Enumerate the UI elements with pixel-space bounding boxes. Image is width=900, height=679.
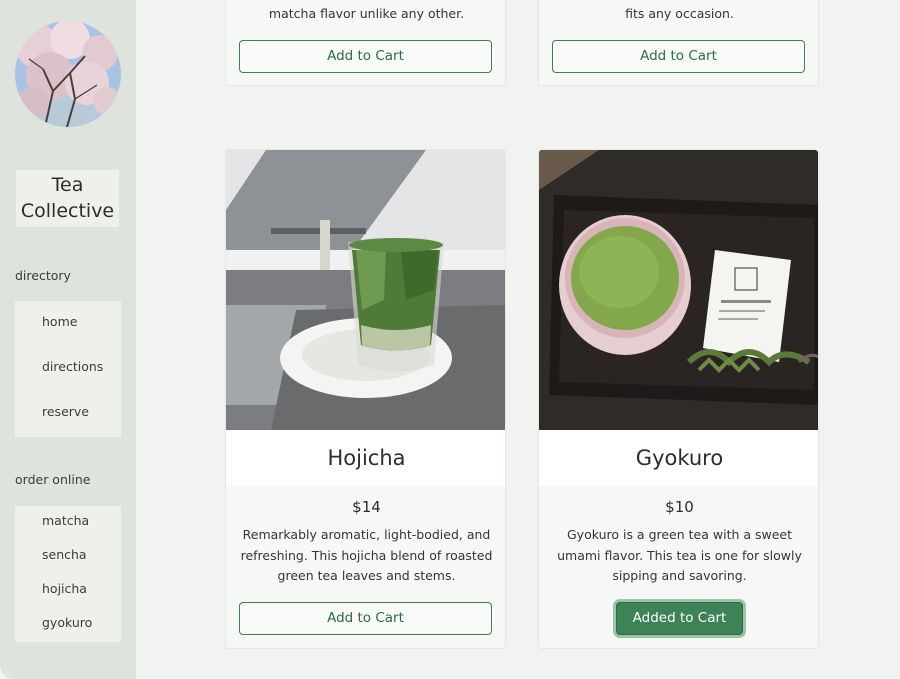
add-to-cart-button[interactable]: Add to Cart <box>552 40 805 73</box>
nav-item-home[interactable]: home <box>42 314 77 329</box>
nav-item-directions[interactable]: directions <box>42 359 103 374</box>
description-line: sipping and savoring. <box>612 568 747 583</box>
description-line: Gyokuro is a green tea with a sweet <box>566 527 793 542</box>
added-to-cart-button[interactable]: Added to Cart <box>616 602 743 635</box>
product-price: $14 <box>352 498 381 516</box>
product-card: fits any occasion. Add to Cart <box>538 0 819 86</box>
directory-nav: home directions reserve <box>15 301 121 437</box>
order-online-label: order online <box>15 472 91 487</box>
nav-item-hojicha[interactable]: hojicha <box>42 581 87 596</box>
product-description: fits any occasion. <box>625 6 734 21</box>
cherry-blossom-image <box>15 21 121 127</box>
nav-item-reserve[interactable]: reserve <box>42 404 89 419</box>
description-line: Remarkably aromatic, light-bodied, and <box>242 527 491 542</box>
description-line: refreshing. This hojicha blend of roaste… <box>240 547 493 563</box>
add-to-cart-button[interactable]: Add to Cart <box>239 602 492 635</box>
description-line: green tea leaves and stems. <box>277 568 456 583</box>
product-card: matcha flavor unlike any other. Add to C… <box>225 0 506 86</box>
product-title: Gyokuro <box>539 430 818 486</box>
description-line: umami flavor. This tea is one for slowly <box>557 547 802 563</box>
product-description: Remarkably aromatic, light-bodied, and r… <box>238 525 495 587</box>
order-nav: matcha sencha hojicha gyokuro <box>15 506 121 642</box>
product-card-gyokuro: Gyokuro $10 Gyokuro is a green tea with … <box>538 149 819 649</box>
nav-item-gyokuro[interactable]: gyokuro <box>42 615 92 630</box>
product-description: matcha flavor unlike any other. <box>268 6 465 21</box>
product-card-hojicha: Hojicha $14 Remarkably aromatic, light-b… <box>225 149 506 649</box>
product-description: Gyokuro is a green tea with a sweet umam… <box>551 525 808 587</box>
avatar <box>15 21 121 127</box>
sidebar: Tea Collective directory home directions… <box>0 0 136 679</box>
product-price: $10 <box>665 498 694 516</box>
gyokuro-tea-bowl-photo <box>539 150 818 430</box>
directory-label: directory <box>15 268 71 283</box>
brand-title[interactable]: Tea Collective <box>16 170 119 227</box>
hojicha-latte-photo <box>226 150 505 430</box>
nav-item-matcha[interactable]: matcha <box>42 513 89 528</box>
nav-item-sencha[interactable]: sencha <box>42 547 87 562</box>
product-title: Hojicha <box>226 430 505 486</box>
add-to-cart-button[interactable]: Add to Cart <box>239 40 492 73</box>
